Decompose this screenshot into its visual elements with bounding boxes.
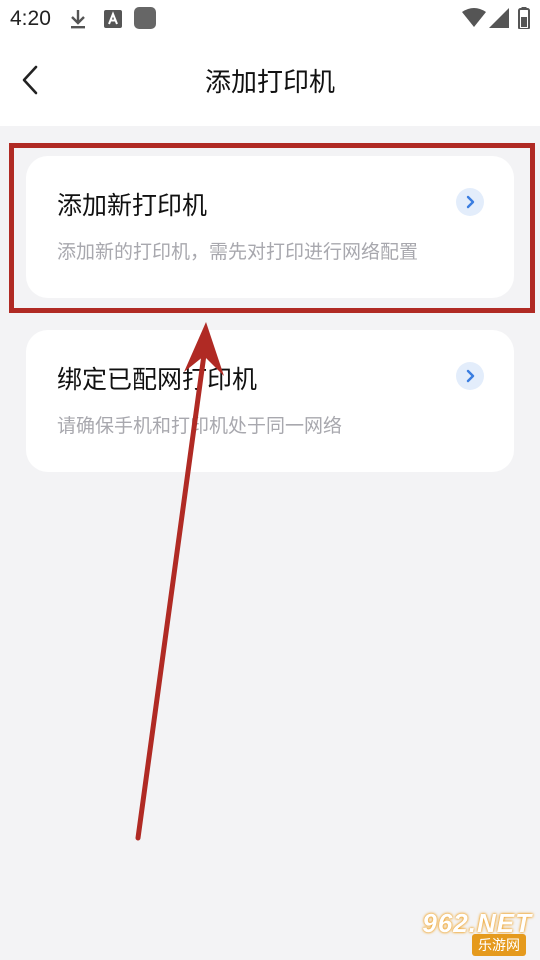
wifi-icon xyxy=(462,8,486,32)
chevron-right-icon xyxy=(456,188,484,216)
page-title: 添加打印机 xyxy=(204,68,335,98)
cellular-icon xyxy=(489,8,509,32)
battery-icon xyxy=(518,7,530,33)
bind-configured-printer-card[interactable]: 绑定已配网打印机 请确保手机和打印机处于同一网络 xyxy=(26,330,514,472)
annotation-arrow xyxy=(135,322,224,841)
card-subtitle: 请确保手机和打印机处于同一网络 xyxy=(57,415,343,437)
status-time: 4:20 xyxy=(10,7,51,30)
status-bar: 4:20 xyxy=(0,0,540,38)
card-title: 添加新打印机 xyxy=(57,191,208,220)
card-subtitle: 添加新的打印机，需先对打印进行网络配置 xyxy=(57,241,419,263)
add-new-printer-card[interactable]: 添加新打印机 添加新的打印机，需先对打印进行网络配置 xyxy=(26,156,514,298)
a-badge-icon xyxy=(104,10,122,32)
download-icon xyxy=(68,8,88,34)
card-title: 绑定已配网打印机 xyxy=(57,365,258,394)
app-square-icon xyxy=(134,7,156,33)
chevron-right-icon xyxy=(456,362,484,390)
watermark-logo: 962.NET 乐游网 xyxy=(402,908,532,956)
app-bar: 添加打印机 xyxy=(0,38,540,126)
watermark-sub: 乐游网 xyxy=(472,934,526,956)
